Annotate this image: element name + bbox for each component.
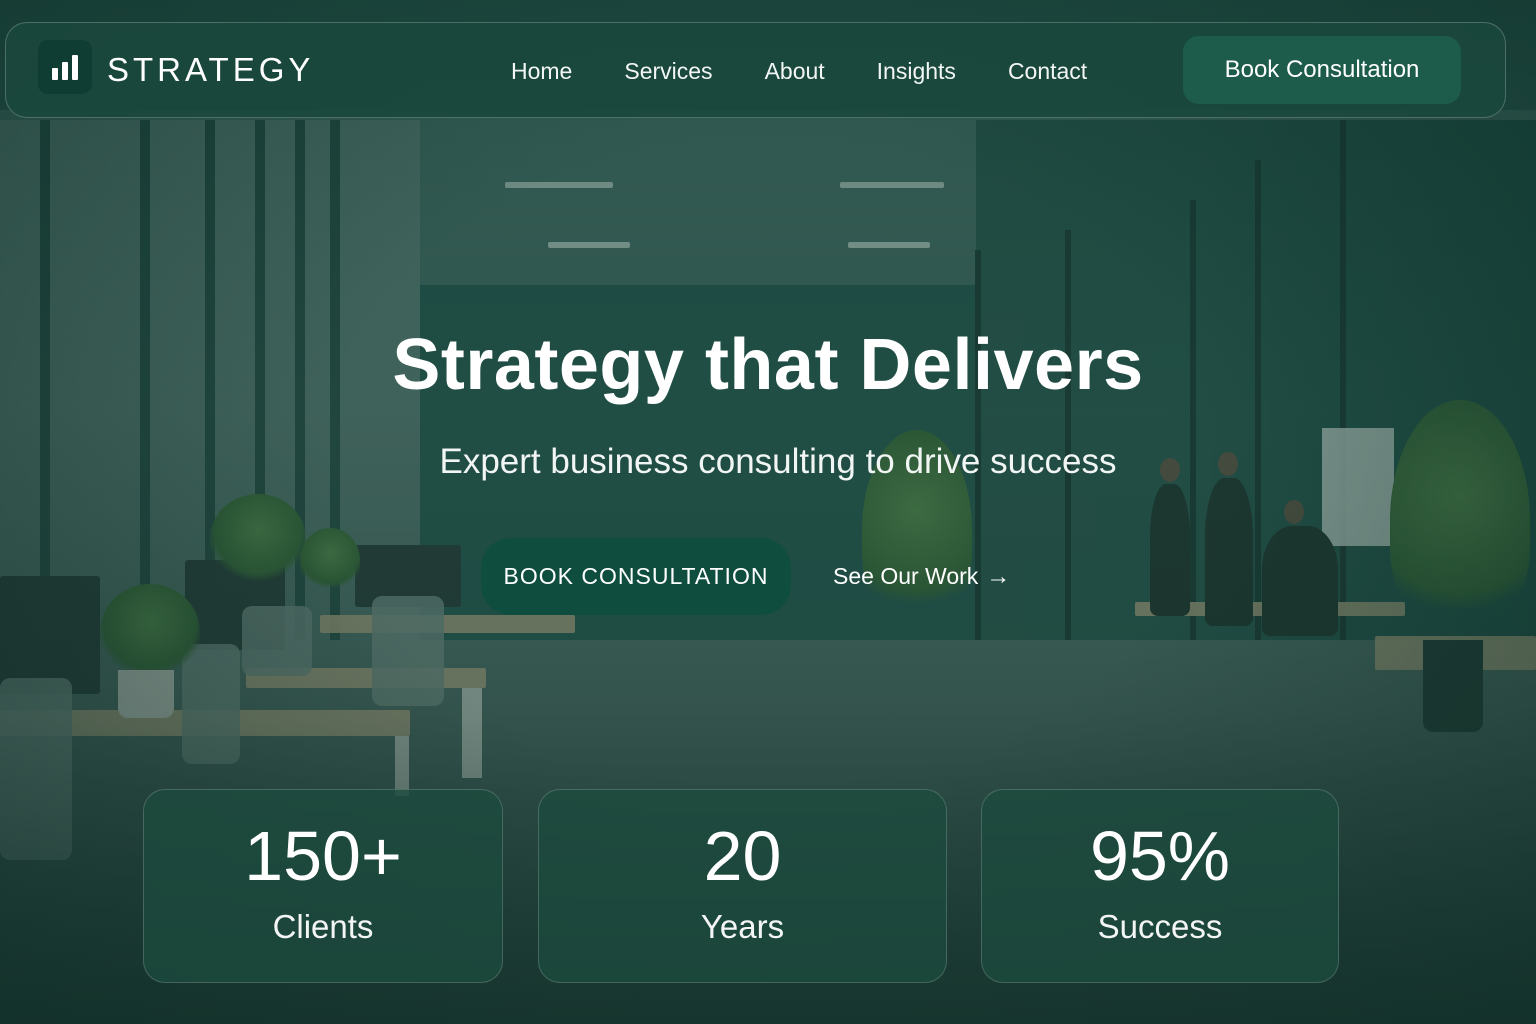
nav-link-contact[interactable]: Contact xyxy=(1008,58,1087,85)
see-our-work-label: See Our Work xyxy=(833,563,979,589)
navbar: STRATEGY Home Services About Insights Co… xyxy=(5,22,1506,118)
book-consultation-button[interactable]: BOOK CONSULTATION xyxy=(481,538,791,615)
nav-link-insights[interactable]: Insights xyxy=(877,58,956,85)
book-consultation-nav-button[interactable]: Book Consultation xyxy=(1183,36,1461,104)
nav-link-services[interactable]: Services xyxy=(624,58,712,85)
brand-name[interactable]: STRATEGY xyxy=(107,51,314,89)
stat-label: Years xyxy=(700,907,785,945)
hero-title: Strategy that Delivers xyxy=(392,325,1144,405)
arrow-right-icon: → xyxy=(986,562,1011,590)
stat-label: Clients xyxy=(272,907,374,945)
nav-link-about[interactable]: About xyxy=(765,58,825,85)
stat-card-success: 95% Success xyxy=(981,789,1339,983)
hero-subtitle: Expert business consulting to drive succ… xyxy=(439,442,1117,481)
nav-link-home[interactable]: Home xyxy=(511,58,572,85)
stat-card-years: 20 Years xyxy=(538,789,947,983)
stat-label: Success xyxy=(1097,907,1223,945)
see-our-work-link[interactable]: See Our Work → xyxy=(833,563,1010,590)
stat-value: 95% xyxy=(1089,817,1231,895)
stat-card-clients: 150+ Clients xyxy=(143,789,503,983)
stat-value: 150+ xyxy=(244,817,402,895)
bar-chart-icon[interactable] xyxy=(38,40,92,94)
hero-actions: BOOK CONSULTATION See Our Work → xyxy=(481,538,1010,615)
nav-links: Home Services About Insights Contact xyxy=(511,23,1139,119)
stat-value: 20 xyxy=(703,817,782,895)
